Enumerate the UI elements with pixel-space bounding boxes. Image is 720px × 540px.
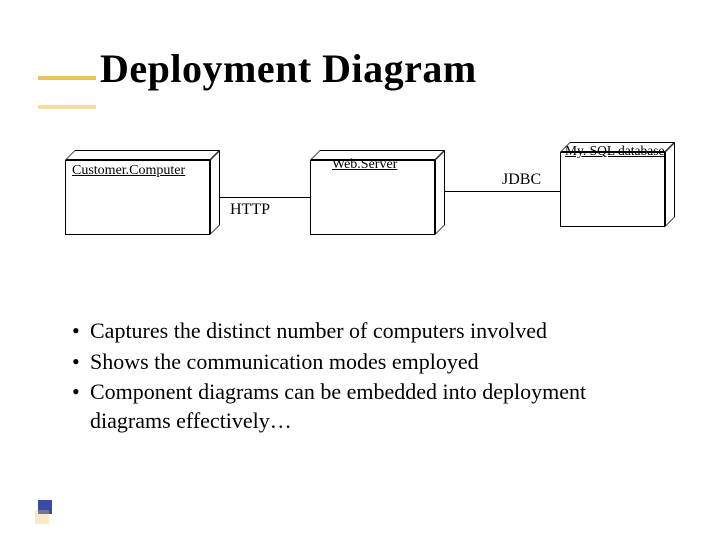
slide-title: Deployment Diagram [100, 45, 477, 92]
bullet-item: Captures the distinct number of computer… [68, 317, 668, 346]
node-box-top [65, 150, 220, 160]
node-label: Web.Server [332, 157, 397, 173]
node-box-side [435, 150, 445, 235]
node-box-front [560, 152, 665, 227]
slide: Deployment Diagram Customer.Computer Web… [0, 0, 720, 540]
connection-label-jdbc: JDBC [502, 171, 541, 189]
bullet-item: Component diagrams can be embedded into … [68, 378, 668, 435]
node-box-side [210, 150, 220, 235]
connection-label-http: HTTP [230, 201, 270, 219]
node-box-side [665, 142, 675, 227]
connection-line-jdbc [445, 191, 560, 192]
title-wrap: Deployment Diagram [100, 45, 477, 92]
footer-marker-icon [38, 500, 52, 514]
bullet-list: Captures the distinct number of computer… [68, 317, 668, 437]
deployment-diagram: Customer.Computer Web.Server My. SQL dat… [0, 135, 720, 265]
node-label: Customer.Computer [72, 163, 185, 179]
node-label: My. SQL database [565, 143, 664, 159]
title-accent-bar [38, 76, 96, 80]
connection-line-http [220, 197, 310, 198]
bullet-item: Shows the communication modes employed [68, 348, 668, 377]
title-accent-bar-2 [38, 105, 96, 109]
